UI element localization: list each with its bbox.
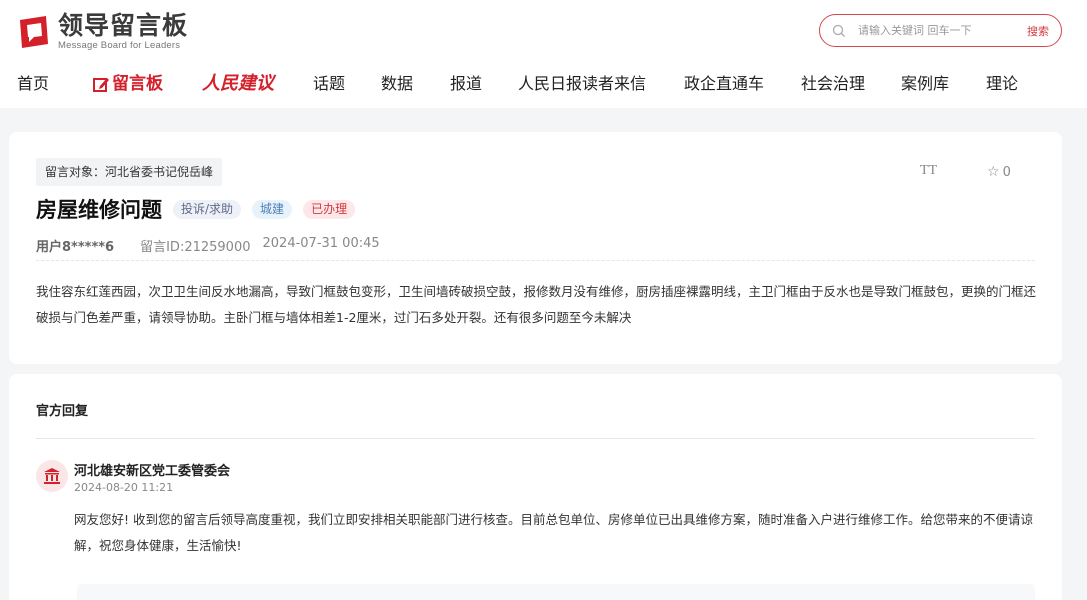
nav-message-board[interactable]: 留言板	[92, 74, 163, 94]
reply-org: 河北雄安新区党工委管委会	[74, 464, 231, 479]
message-datetime: 2024-07-31 00:45	[262, 236, 380, 251]
favorite-button[interactable]: ☆ 0	[987, 164, 1011, 180]
main-nav: 首页 留言板 人民建议 话题 数据 报道 人民日报读者来信 政企直通车 社会治理…	[0, 62, 1087, 106]
avatar	[36, 460, 68, 492]
reply-heading: 官方回复	[36, 404, 89, 419]
message-title: 房屋维修问题	[36, 198, 162, 222]
message-card: 留言对象：河北省委书记倪岳峰 TT ☆ 0 房屋维修问题 投诉/求助 城建 已办…	[9, 132, 1062, 364]
nav-data[interactable]: 数据	[381, 74, 413, 94]
message-meta: 用户8*****6 留言ID:21259000 2024-07-31 00:45	[36, 236, 380, 255]
nav-readers-letters[interactable]: 人民日报读者来信	[518, 74, 646, 94]
nav-theory[interactable]: 理论	[986, 74, 1018, 94]
search-button[interactable]: 搜索	[1027, 23, 1049, 39]
search-box: 搜索	[819, 14, 1062, 47]
logo-subtitle: Message Board for Leaders	[58, 40, 181, 51]
nav-people-suggestion[interactable]: 人民建议	[202, 74, 274, 94]
tag-category: 城建	[252, 199, 293, 219]
logo-title: 领导留言板	[58, 11, 189, 40]
nav-gov-enterprise[interactable]: 政企直通车	[684, 74, 764, 94]
nav-social-governance[interactable]: 社会治理	[801, 74, 865, 94]
follow-up-box	[77, 584, 1035, 600]
divider	[36, 260, 1035, 261]
reply-card: 官方回复 河北雄安新区党工委管委会 2024-08-20 11:21 网友您好!…	[9, 374, 1062, 600]
reply-content: 网友您好! 收到您的留言后领导高度重视，我们立即安排相关职能部门进行核查。目前总…	[74, 512, 1033, 553]
message-user: 用户8*****6	[36, 240, 115, 255]
logo-mark-icon	[20, 15, 48, 48]
font-size-button[interactable]: TT	[920, 163, 937, 179]
tag-type: 投诉/求助	[173, 199, 242, 219]
government-building-icon	[44, 468, 60, 484]
nav-message-board-label: 留言板	[112, 74, 163, 94]
divider	[36, 438, 1035, 439]
favorite-count: 0	[1002, 164, 1011, 180]
site-header: 领导留言板 Message Board for Leaders 搜索 首页 留言…	[0, 0, 1087, 108]
title-row: 房屋维修问题 投诉/求助 城建 已办理	[36, 194, 366, 224]
search-input[interactable]	[858, 24, 1027, 37]
search-icon[interactable]	[832, 24, 846, 38]
nav-reports[interactable]: 报道	[450, 74, 482, 94]
message-target: 留言对象：河北省委书记倪岳峰	[36, 158, 223, 186]
message-content: 我住容东红莲西园，次卫卫生间反水地漏高，导致门框鼓包变形，卫生间墙砖破损空鼓，报…	[36, 284, 1037, 325]
star-icon: ☆	[987, 164, 1000, 180]
message-id: 留言ID:21259000	[140, 240, 251, 255]
site-logo[interactable]: 领导留言板 Message Board for Leaders	[16, 12, 188, 51]
reply-datetime: 2024-08-20 11:21	[74, 481, 174, 494]
nav-topics[interactable]: 话题	[313, 74, 345, 94]
status-badge: 已办理	[303, 199, 356, 219]
edit-note-icon	[93, 78, 109, 92]
nav-case-library[interactable]: 案例库	[901, 74, 949, 94]
nav-home[interactable]: 首页	[17, 74, 49, 94]
